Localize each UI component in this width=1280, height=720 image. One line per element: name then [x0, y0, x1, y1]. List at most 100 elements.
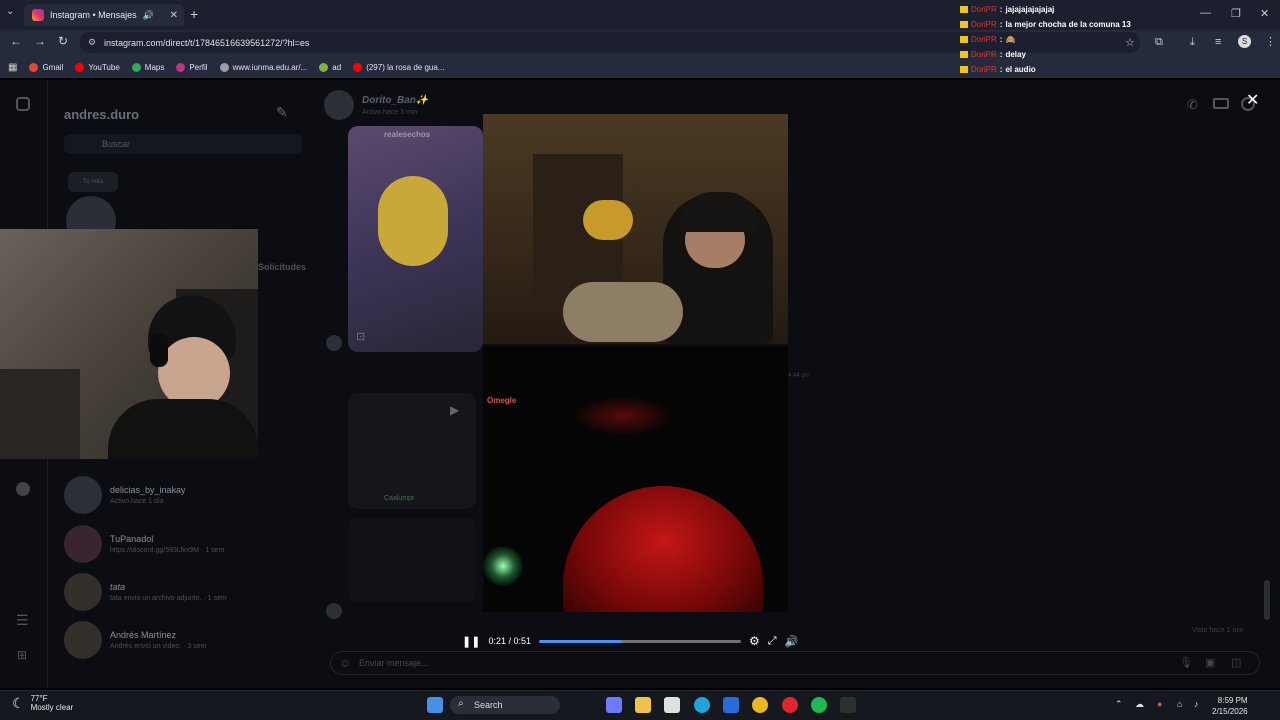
tab-title: Instagram • Mensajes: [50, 10, 137, 20]
webcam-overlay: [0, 229, 258, 459]
epic-games-icon[interactable]: [840, 697, 856, 713]
video-progress-bar[interactable]: [538, 639, 741, 643]
sub-badge-icon: [960, 51, 968, 58]
fullscreen-icon[interactable]: ⤢: [768, 635, 777, 648]
mail-icon[interactable]: [723, 697, 739, 713]
thread-item[interactable]: Andrés Martínez Andrés envió un video. · …: [64, 620, 314, 660]
site-info-icon[interactable]: ⚙: [88, 37, 96, 48]
search-input[interactable]: Buscar: [64, 134, 302, 154]
profile-nav-icon[interactable]: [16, 482, 30, 496]
network-icon[interactable]: ⌂: [1177, 699, 1182, 709]
video-progress-fill: [538, 639, 622, 643]
shared-reel-message[interactable]: realesechos ⊡: [348, 126, 483, 352]
video-call-icon[interactable]: [1213, 98, 1229, 109]
window-close-icon[interactable]: ✕: [1260, 7, 1269, 20]
image-icon[interactable]: ▣: [1205, 656, 1215, 669]
edge-icon[interactable]: [694, 697, 710, 713]
note-bubble[interactable]: Tu nota: [68, 172, 118, 192]
maximize-icon[interactable]: ❐: [1231, 7, 1241, 20]
browser-tab[interactable]: Instagram • Mensajes 🔊 ✕: [24, 4, 184, 26]
bookmark-iunma[interactable]: www.iunma.edu.ar/...: [219, 62, 307, 72]
profile-avatar[interactable]: S: [1238, 35, 1251, 48]
media-control-icon[interactable]: ≡: [1215, 36, 1221, 48]
video-frame-bottom[interactable]: Omegle: [483, 346, 788, 612]
scrollbar[interactable]: [1264, 580, 1270, 620]
gmail-icon: [29, 62, 39, 72]
tab-audio-icon[interactable]: 🔊: [143, 10, 154, 21]
file-explorer-icon[interactable]: [635, 697, 651, 713]
black-shirt: [108, 399, 258, 459]
bookmark-perfil[interactable]: Perfil: [176, 62, 208, 72]
green-light: [483, 546, 523, 586]
taskbar-search[interactable]: ⌕ Search: [450, 696, 560, 714]
legs: [563, 282, 683, 342]
message-input[interactable]: ☺ Enviar mensaje... 🎙 ▣ ◫: [330, 651, 1260, 675]
tab-close-icon[interactable]: ✕: [170, 10, 178, 21]
requests-link[interactable]: Solicitudes: [258, 262, 306, 272]
conversation-avatar[interactable]: [324, 90, 354, 120]
bookmark-ad[interactable]: ad: [319, 62, 341, 72]
bookmark-youtube[interactable]: YouTube: [75, 62, 120, 72]
more-icon[interactable]: ⊞: [17, 648, 27, 662]
speaker-icon[interactable]: ♪: [1194, 699, 1199, 709]
seen-status: Visto hace 1 min: [1192, 627, 1244, 634]
sticker-icon[interactable]: ◫: [1231, 656, 1241, 669]
headphones: [150, 333, 168, 367]
reload-icon[interactable]: ↻: [58, 34, 68, 48]
bookmark-maps[interactable]: Maps: [131, 62, 164, 72]
video-controls: ❚❚ 0:21 / 0:51 ⚙ ⤢ 🔊: [462, 630, 812, 652]
message-bubble[interactable]: [348, 518, 476, 602]
tab-search-icon[interactable]: ⌄: [6, 6, 20, 22]
apps-grid-icon[interactable]: ▦: [8, 62, 17, 73]
menu-icon[interactable]: ☰: [16, 612, 29, 629]
microphone-tray-icon[interactable]: ●: [1157, 699, 1162, 709]
tray-chevron-icon[interactable]: ⌃: [1115, 699, 1123, 710]
face-in-red-light: [563, 486, 763, 612]
thread-item[interactable]: delicias_by_inakay Activo hace 1 día: [64, 475, 314, 515]
volume-icon[interactable]: 🔊: [785, 635, 799, 648]
browser-menu-icon[interactable]: ⋮: [1265, 35, 1276, 48]
new-tab-button[interactable]: +: [190, 6, 198, 22]
forward-icon[interactable]: →: [34, 34, 46, 48]
plush-toy: [583, 200, 633, 240]
start-icon[interactable]: [427, 697, 443, 713]
reel-thumbnail: [378, 176, 448, 266]
url-text: instagram.com/direct/t/17846516639561272…: [104, 37, 310, 48]
conversation-name[interactable]: Dorito_Ban✨: [362, 95, 428, 106]
video-watermark: Omegle: [487, 396, 517, 405]
sender-avatar: [326, 335, 342, 351]
copilot-icon[interactable]: [606, 697, 622, 713]
instagram-favicon-icon: [32, 9, 44, 21]
red-light: [573, 396, 673, 436]
spotify-icon[interactable]: [811, 697, 827, 713]
microphone-icon[interactable]: 🎙: [1179, 656, 1193, 669]
instagram-logo-icon[interactable]: [16, 97, 30, 111]
chrome-icon[interactable]: [752, 697, 768, 713]
system-clock[interactable]: 8:59 PM 2/15/2026: [1212, 695, 1248, 717]
close-viewer-icon[interactable]: ✕: [1246, 90, 1259, 110]
pause-icon[interactable]: ❚❚: [462, 635, 480, 648]
thread-item[interactable]: tata tata envió un archivo adjunto. · 1 s…: [64, 572, 314, 612]
shared-video-message[interactable]: ▶ Caalumpr: [348, 393, 476, 509]
weather-widget[interactable]: ☾ 77°F Mostly clear: [12, 694, 73, 712]
bookmark-gmail[interactable]: Gmail: [29, 62, 63, 72]
minimize-icon[interactable]: —: [1200, 7, 1211, 19]
weather-moon-icon: ☾: [12, 694, 25, 711]
onedrive-icon[interactable]: ☁: [1135, 699, 1144, 710]
thread-item[interactable]: TuPanadol https://discord.gg/593tJkx9M · …: [64, 524, 314, 564]
instagram-icon: [176, 62, 186, 72]
video-frame-top[interactable]: [483, 114, 788, 344]
download-icon[interactable]: ⤓: [1190, 36, 1195, 49]
emoji-icon[interactable]: ☺: [339, 656, 351, 670]
chat-message: DoriPR: la mejor chocha de la comuna 13: [960, 17, 1160, 32]
person-beanie: [679, 192, 759, 232]
compose-icon[interactable]: ✎: [276, 104, 288, 121]
settings-gear-icon[interactable]: ⚙: [749, 634, 760, 648]
chat-message: DoriPR: el audio: [960, 62, 1160, 77]
back-icon[interactable]: ←: [10, 34, 22, 48]
store-icon[interactable]: [664, 697, 680, 713]
phone-icon[interactable]: ✆: [1187, 97, 1198, 113]
account-username[interactable]: andres.duro: [64, 107, 139, 122]
opera-icon[interactable]: [782, 697, 798, 713]
bookmark-rosa[interactable]: (297) la rosa de gua...: [353, 62, 444, 72]
